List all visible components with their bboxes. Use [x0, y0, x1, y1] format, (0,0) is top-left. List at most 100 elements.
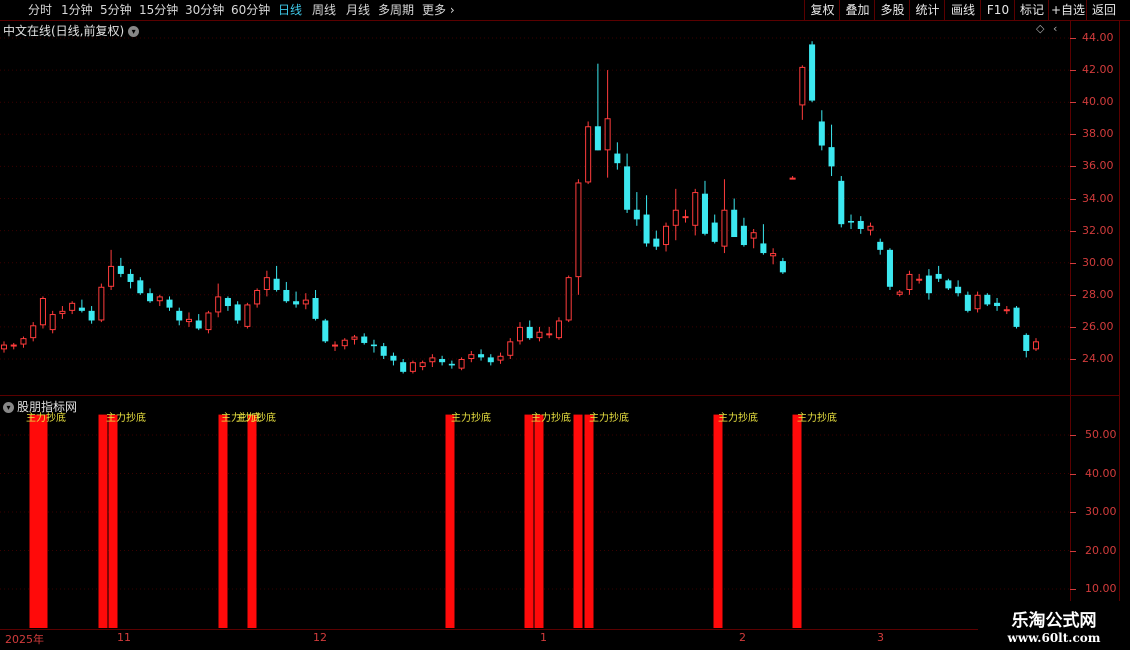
price-tick	[1070, 198, 1076, 200]
period-more[interactable]: 更多 ›	[422, 1, 455, 18]
candle-body-down	[701, 193, 708, 234]
candle-body-up	[789, 177, 796, 180]
candle-body-up	[468, 354, 475, 359]
candle-body-up	[409, 362, 416, 372]
stats-button[interactable]: 统计	[909, 0, 945, 20]
signal-label: 主力抄底	[106, 411, 146, 424]
candle-body-down	[886, 249, 893, 287]
candle-body-down	[848, 220, 855, 223]
period-daily[interactable]: 日线	[278, 1, 302, 18]
overlay-button[interactable]: 叠加	[839, 0, 875, 20]
candlestick-chart	[0, 37, 1070, 374]
candle-body-down	[624, 166, 631, 210]
candle-body-up	[332, 344, 339, 347]
signal-bar	[534, 414, 544, 628]
candle-body-down	[935, 273, 942, 279]
price-tick-label: 36.00	[1082, 159, 1114, 173]
signal-label: 主力抄底	[26, 411, 66, 424]
period-5min[interactable]: 5分钟	[100, 1, 132, 18]
candle-body-up	[770, 253, 777, 257]
period-multi[interactable]: 多周期	[378, 1, 414, 18]
candle-body-down	[818, 121, 825, 146]
signal-bar	[445, 414, 455, 628]
signal-label: 主力抄底	[236, 411, 276, 424]
mark-button[interactable]: 标记	[1014, 0, 1049, 20]
price-tick-label: 34.00	[1082, 191, 1114, 205]
candle-body-up	[692, 192, 699, 226]
price-tick	[1070, 38, 1076, 39]
candle-body-up	[516, 326, 524, 342]
candle-body-up	[263, 277, 270, 290]
period-1min[interactable]: 1分钟	[61, 1, 93, 18]
add-favorite-button[interactable]: +自选	[1048, 0, 1087, 20]
indicator-tick-label: 20.00	[1085, 543, 1117, 557]
date-label: 12	[313, 631, 327, 644]
candle-body-up	[799, 66, 806, 106]
candle-body-up	[244, 304, 251, 327]
candle-body-up	[672, 209, 679, 226]
candle-body-up	[302, 299, 309, 305]
candle-body-up	[575, 182, 582, 278]
candle-body-down	[380, 346, 387, 356]
candle-body-up	[585, 126, 592, 183]
candle-body-down	[176, 310, 183, 321]
multi-stock-button[interactable]: 多股	[874, 0, 910, 20]
f10-button[interactable]: F10	[980, 0, 1015, 20]
candle-body-down	[224, 298, 231, 307]
candle-body-up	[546, 333, 553, 336]
price-tick	[1070, 70, 1076, 72]
candle-body-up	[30, 325, 37, 339]
price-tick-label: 42.00	[1082, 63, 1114, 77]
price-tick-label: 40.00	[1082, 95, 1114, 109]
candle-body-down	[478, 354, 485, 358]
signal-bar	[108, 414, 118, 628]
candle-body-up	[682, 216, 689, 219]
price-tick-label: 30.00	[1082, 255, 1114, 269]
candle-body-up	[98, 286, 105, 321]
candle-body-up	[156, 296, 163, 302]
candle-body-up	[49, 314, 56, 331]
candle-body-down	[828, 147, 835, 167]
back-button[interactable]: 返回	[1086, 0, 1121, 20]
period-monthly[interactable]: 月线	[346, 1, 370, 18]
signal-bar	[247, 414, 257, 628]
candle-body-down	[877, 241, 884, 250]
period-15min[interactable]: 15分钟	[139, 1, 178, 18]
candle-body-up	[663, 225, 670, 246]
candle-body-down	[234, 304, 241, 321]
period-60min[interactable]: 60分钟	[231, 1, 270, 18]
candle-body-down	[273, 278, 280, 290]
signal-label: 主力抄底	[589, 411, 629, 424]
candle-body-up	[1003, 309, 1010, 312]
signal-bar	[218, 414, 228, 628]
candle-body-up	[507, 341, 514, 356]
indicator-tick	[1070, 473, 1076, 475]
date-label: 11	[117, 631, 131, 644]
candle-body-down	[195, 320, 202, 329]
candle-body-up	[916, 278, 923, 281]
candle-body-down	[964, 294, 971, 311]
candle-body-down	[166, 299, 173, 308]
candle-body-down	[283, 289, 290, 302]
price-tick	[1070, 134, 1076, 136]
signal-bar	[573, 414, 583, 628]
signal-bar	[38, 414, 48, 628]
candle-body-up	[10, 344, 17, 347]
price-tick	[1070, 102, 1076, 104]
indicator-tick	[1070, 589, 1076, 590]
candle-body-down	[925, 275, 932, 294]
candle-body-down	[127, 273, 134, 282]
draw-button[interactable]: 画线	[944, 0, 981, 20]
period-30min[interactable]: 30分钟	[185, 1, 224, 18]
price-tick	[1070, 262, 1076, 264]
period-fenshi[interactable]: 分时	[28, 1, 52, 18]
candle-body-up	[974, 294, 981, 310]
fuquan-button[interactable]: 复权	[804, 0, 840, 20]
candle-body-down	[293, 301, 300, 305]
candle-body-up	[458, 359, 465, 369]
candle-body-down	[614, 153, 621, 164]
indicator-tick	[1070, 512, 1076, 513]
candle-body-down	[526, 326, 533, 339]
signal-label: 主力抄底	[718, 411, 758, 424]
period-weekly[interactable]: 周线	[312, 1, 336, 18]
